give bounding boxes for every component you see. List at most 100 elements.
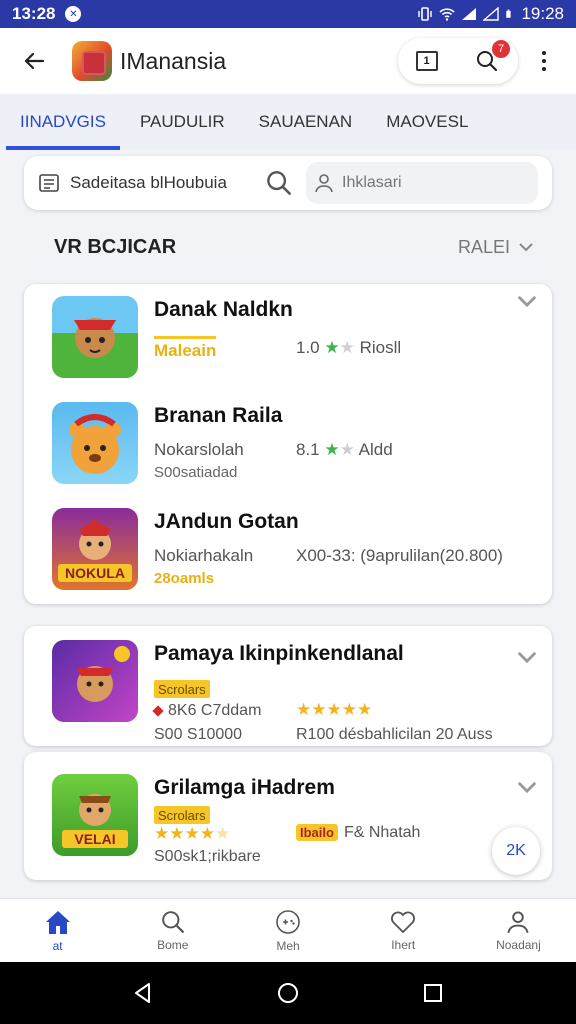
- vibrate-icon: [418, 7, 433, 21]
- nav-item-favorites[interactable]: Ihert: [346, 899, 461, 962]
- game-title: JAndun Gotan: [154, 510, 299, 533]
- star-icon: ★: [296, 700, 312, 719]
- status-time-right: 19:28: [521, 4, 564, 23]
- home-circle-icon[interactable]: [276, 981, 300, 1005]
- game-title: Danak Naldkn: [154, 298, 293, 321]
- game-price: S00 S10000: [154, 726, 243, 743]
- category-tabs: IINADVGIS PAUDULIR SAUAENAN MAOVESL: [0, 94, 576, 150]
- star-icon: ★: [324, 338, 340, 357]
- game-rating-text: R100 désbahlicilan 20 Auss: [296, 726, 493, 743]
- signal-icon: [462, 8, 477, 20]
- app-title: IManansia: [120, 47, 227, 74]
- section-title: VR BCJICAR: [54, 235, 177, 258]
- star-icon: ★: [154, 824, 170, 843]
- search-icon: [161, 910, 184, 933]
- wifi-icon: [439, 8, 456, 21]
- sort-dropdown[interactable]: RALEI: [458, 237, 534, 258]
- search-field[interactable]: [306, 162, 538, 204]
- game-subtitle: Nokarslolah: [154, 440, 244, 459]
- chevron-down-icon: [519, 243, 533, 252]
- game-price: S00sk1;rikbare: [154, 848, 261, 865]
- game-meta: 8K6 C7ddam: [152, 702, 261, 720]
- back-button[interactable]: [14, 41, 54, 81]
- status-time-left: 13:28: [12, 4, 56, 23]
- star-icon: ★: [215, 824, 231, 843]
- section-header: VR BCJICAR RALEI: [54, 232, 534, 262]
- rating-text: F& Nhatah: [343, 824, 421, 841]
- search-label: Sadeitasa blHoubuia: [70, 173, 227, 192]
- game-title: Grilamga iHadrem: [154, 776, 335, 799]
- rating-value: 8.1: [296, 440, 320, 459]
- game-card: Pamaya Ikinpinkendlanal Scrolars 8K6 C7d…: [24, 626, 552, 746]
- notification-badge: 7: [492, 40, 510, 58]
- game-meta: S00satiadad: [154, 464, 238, 481]
- star-icon: ★: [339, 338, 355, 357]
- star-icon: ★: [184, 824, 200, 843]
- game-rating: 8.1 ★★ Aldd: [296, 440, 393, 460]
- person-icon: [315, 174, 333, 193]
- nav-item-games[interactable]: Meh: [230, 899, 345, 962]
- nav-label: Meh: [276, 938, 300, 953]
- more-menu-button[interactable]: [526, 41, 562, 81]
- rating-text: Riosll: [359, 338, 402, 357]
- game-subtitle: Nokiarhakaln: [154, 546, 254, 565]
- game-thumbnail: [52, 402, 138, 484]
- search-input[interactable]: [342, 174, 462, 192]
- gamepad-icon: [276, 909, 300, 934]
- nav-item-profile[interactable]: Noadanj: [461, 899, 576, 962]
- tab-2[interactable]: SAUAENAN: [245, 94, 367, 150]
- game-stars: ★★★★★: [154, 824, 230, 844]
- bottom-nav: at Bome Meh Ihert Noadanj: [0, 898, 576, 962]
- notification-icon: ✕: [65, 6, 82, 22]
- ribbon-badge: Ibailo: [296, 824, 338, 841]
- list-item[interactable]: VELAI Grilamga iHadrem Scrolars ★★★★★ S0…: [52, 774, 532, 865]
- game-rating: X00-33: (9aprulilan(20.800): [296, 546, 503, 565]
- nav-item-search[interactable]: Bome: [115, 899, 230, 962]
- home-icon: [45, 910, 70, 934]
- app-bar: IManansia 1 7: [0, 28, 576, 94]
- battery-icon: [506, 9, 512, 18]
- search-bar: Sadeitasa blHoubuia: [24, 156, 552, 210]
- floating-action-button[interactable]: 2K: [492, 827, 540, 875]
- search-icon[interactable]: [266, 170, 292, 196]
- game-thumbnail: NOKULA: [52, 508, 138, 590]
- star-icon: ★: [326, 700, 342, 719]
- signal-icon-2: [483, 7, 500, 21]
- heart-icon: [391, 911, 416, 933]
- star-icon: ★: [339, 440, 355, 459]
- status-indicators: 19:28: [417, 4, 564, 24]
- dot-icon: [542, 59, 546, 63]
- action-pill: 1 7: [398, 38, 518, 84]
- status-bar: 13:28 ✕ 19:28: [0, 0, 576, 28]
- arrow-left-icon: [24, 52, 45, 70]
- tab-3[interactable]: MAOVESL: [372, 94, 482, 150]
- game-rating: Ibailo F& Nhatah: [296, 824, 420, 842]
- list-item[interactable]: NOKULA JAndun Gotan Nokiarhakaln 28oamls…: [52, 508, 532, 598]
- star-icon: ★: [324, 440, 340, 459]
- star-icon: ★: [199, 824, 215, 843]
- nav-label: Noadanj: [496, 937, 541, 952]
- game-title: Pamaya Ikinpinkendlanal: [154, 642, 404, 665]
- rating-value: 1.0: [296, 338, 320, 357]
- game-thumbnail: [52, 296, 138, 378]
- list-item[interactable]: Danak Naldkn Maleain 1.0 ★★ Riosll: [52, 296, 532, 386]
- game-chip: Scrolars: [154, 806, 210, 824]
- app-logo: [72, 41, 112, 81]
- star-icon: ★: [169, 824, 185, 843]
- list-item[interactable]: Branan Raila Nokarslolah S00satiadad 8.1…: [52, 402, 532, 492]
- diamond-icon: [152, 705, 164, 717]
- system-nav-bar: [0, 962, 576, 1024]
- sort-label: RALEI: [457, 236, 510, 257]
- page-button[interactable]: 1: [415, 51, 438, 71]
- nav-label: Bome: [157, 937, 189, 952]
- tab-1[interactable]: PAUDULIR: [126, 94, 239, 150]
- back-triangle-icon[interactable]: [131, 981, 155, 1005]
- game-card-group: Danak Naldkn Maleain 1.0 ★★ Riosll Brana…: [24, 284, 552, 604]
- list-item[interactable]: Pamaya Ikinpinkendlanal Scrolars 8K6 C7d…: [52, 640, 532, 743]
- recents-square-icon[interactable]: [421, 981, 445, 1005]
- star-icon: ★: [357, 700, 373, 719]
- list-icon[interactable]: [38, 172, 60, 194]
- tab-0[interactable]: IINADVGIS: [6, 94, 120, 150]
- nav-item-home[interactable]: at: [0, 899, 115, 962]
- nav-label: at: [52, 938, 63, 953]
